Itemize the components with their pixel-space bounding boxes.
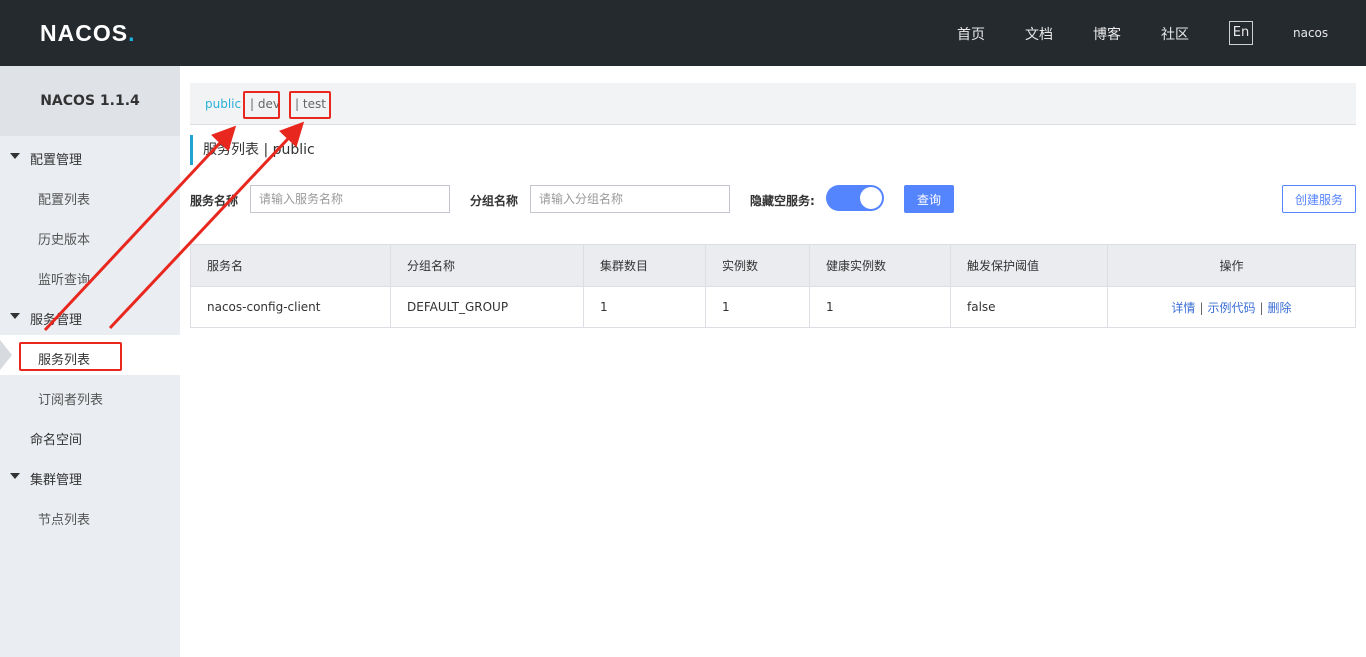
sidebar-item-history[interactable]: 历史版本 <box>38 229 90 248</box>
service-name-label: 服务名称 <box>190 194 239 208</box>
sidebar-group-cluster[interactable]: 集群管理 <box>30 469 82 488</box>
sidebar-item-subscribers[interactable]: 订阅者列表 <box>38 389 103 408</box>
top-navbar: NACOS. 首页 文档 博客 社区 En nacos <box>0 0 1366 66</box>
namespace-bar: public | dev | test <box>190 83 1356 125</box>
page-title: 服务列表 | public <box>190 135 315 165</box>
col-threshold[interactable]: 触发保护阈值 <box>950 244 1108 287</box>
user-name[interactable]: nacos <box>1293 26 1328 40</box>
cell-instances: 1 <box>705 286 810 328</box>
group-name-input[interactable] <box>530 185 730 213</box>
highlight-test <box>289 91 331 119</box>
hide-empty-label: 隐藏空服务: <box>750 194 815 208</box>
sidebar-item-listener[interactable]: 监听查询 <box>38 269 90 288</box>
query-button[interactable]: 查询 <box>904 185 954 213</box>
caret-down-icon[interactable] <box>10 473 20 479</box>
action-separator: | <box>1259 300 1264 315</box>
active-indicator <box>0 340 12 370</box>
table-header-row: 服务名 分组名称 集群数目 实例数 健康实例数 触发保护阈值 操作 <box>190 244 1356 287</box>
highlight-service-list <box>19 342 122 371</box>
col-actions: 操作 <box>1107 244 1356 287</box>
col-instance-count[interactable]: 实例数 <box>705 244 810 287</box>
sample-code-link[interactable]: 示例代码 <box>1207 301 1255 315</box>
service-table: 服务名 分组名称 集群数目 实例数 健康实例数 触发保护阈值 操作 nacos-… <box>190 244 1356 328</box>
sidebar-item-nodes[interactable]: 节点列表 <box>38 509 90 528</box>
col-cluster-count[interactable]: 集群数目 <box>583 244 706 287</box>
create-service-button[interactable]: 创建服务 <box>1282 185 1356 213</box>
caret-down-icon[interactable] <box>10 313 20 319</box>
sidebar-group-config[interactable]: 配置管理 <box>30 149 82 168</box>
cell-group: DEFAULT_GROUP <box>390 286 584 328</box>
cell-actions: 详情 | 示例代码 | 删除 <box>1107 286 1356 328</box>
detail-link[interactable]: 详情 <box>1171 301 1195 315</box>
delete-link[interactable]: 删除 <box>1268 301 1292 315</box>
group-name-label: 分组名称 <box>470 194 519 208</box>
service-name-input[interactable] <box>250 185 450 213</box>
table-row: nacos-config-client DEFAULT_GROUP 1 1 1 … <box>190 286 1356 328</box>
nacos-logo[interactable]: NACOS. <box>40 20 135 47</box>
nav-blog[interactable]: 博客 <box>1093 24 1121 44</box>
col-healthy-count[interactable]: 健康实例数 <box>809 244 951 287</box>
language-toggle[interactable]: En <box>1229 21 1253 45</box>
sidebar-item-namespace[interactable]: 命名空间 <box>30 429 82 448</box>
version-label: NACOS 1.1.4 <box>0 66 180 136</box>
namespace-public[interactable]: public <box>205 97 241 111</box>
toggle-knob <box>860 187 882 209</box>
highlight-dev <box>243 91 280 119</box>
nav-community[interactable]: 社区 <box>1161 24 1189 44</box>
cell-clusters: 1 <box>583 286 706 328</box>
sidebar-item-config-list[interactable]: 配置列表 <box>38 189 90 208</box>
cell-service-name: nacos-config-client <box>190 286 391 328</box>
col-service-name[interactable]: 服务名 <box>190 244 391 287</box>
caret-down-icon[interactable] <box>10 153 20 159</box>
cell-threshold: false <box>950 286 1108 328</box>
cell-healthy: 1 <box>809 286 951 328</box>
action-separator: | <box>1199 300 1204 315</box>
col-group-name[interactable]: 分组名称 <box>390 244 584 287</box>
sidebar-group-service[interactable]: 服务管理 <box>30 309 82 328</box>
hide-empty-toggle[interactable] <box>826 185 884 211</box>
nav-home[interactable]: 首页 <box>957 24 985 44</box>
nav-docs[interactable]: 文档 <box>1025 24 1053 44</box>
